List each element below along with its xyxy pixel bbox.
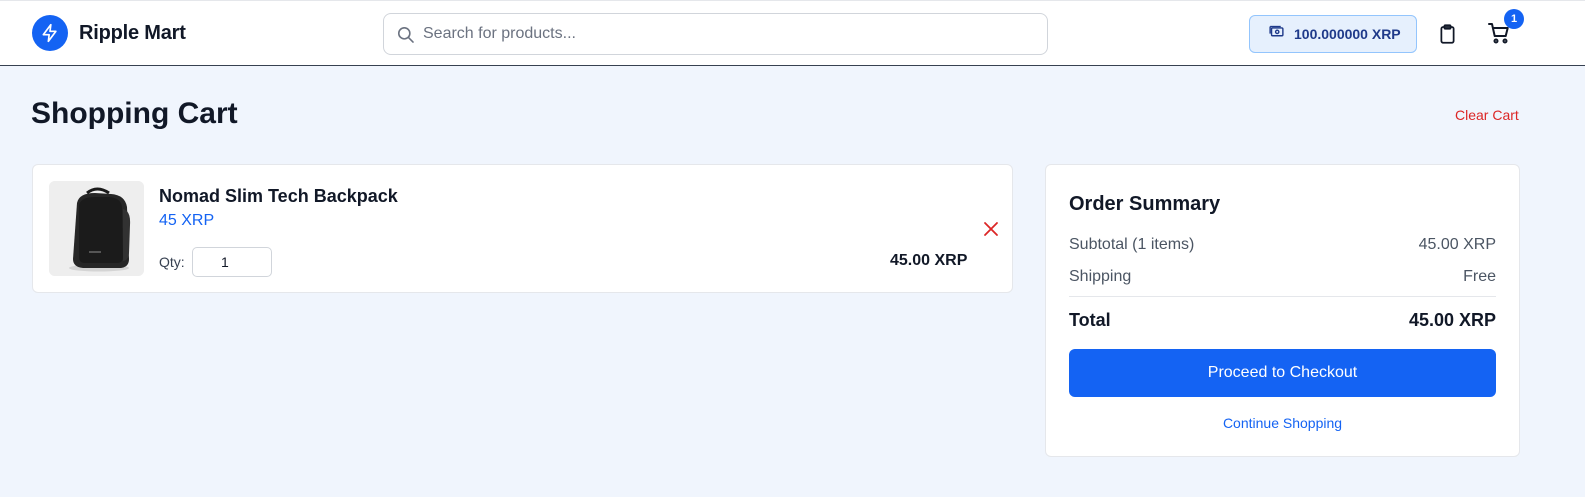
- wallet-balance-button[interactable]: 100.000000 XRP: [1249, 15, 1417, 53]
- order-summary-title: Order Summary: [1069, 193, 1221, 215]
- total-row: Total 45.00 XRP: [1069, 310, 1496, 331]
- summary-divider: [1069, 296, 1496, 297]
- lightning-bolt-icon[interactable]: [32, 15, 68, 51]
- wallet-balance-value: 100.000000 XRP: [1294, 26, 1401, 42]
- quantity-label: Qty:: [159, 254, 185, 270]
- search-bar[interactable]: [383, 13, 1048, 55]
- search-input[interactable]: [423, 14, 1033, 54]
- clipboard-icon[interactable]: [1437, 23, 1458, 50]
- order-summary: Order Summary Subtotal (1 items) 45.00 X…: [1045, 164, 1520, 457]
- top-header: Ripple Mart 100.000000 XRP 1: [0, 0, 1585, 66]
- subtotal-row: Subtotal (1 items) 45.00 XRP: [1069, 236, 1496, 254]
- shipping-label: Shipping: [1069, 268, 1132, 285]
- product-unit-price: 45 XRP: [159, 212, 215, 229]
- proceed-to-checkout-button[interactable]: Proceed to Checkout: [1069, 349, 1496, 397]
- wallet-cash-icon: [1268, 23, 1285, 45]
- clear-cart-button[interactable]: Clear Cart: [1455, 107, 1519, 123]
- cart-item: Nomad Slim Tech Backpack 45 XRP Qty: 45.…: [32, 164, 1013, 293]
- total-label: Total: [1069, 310, 1111, 330]
- subtotal-label: Subtotal (1 items): [1069, 236, 1195, 253]
- product-name[interactable]: Nomad Slim Tech Backpack: [159, 186, 398, 207]
- shipping-row: Shipping Free: [1069, 268, 1496, 286]
- product-image: [49, 181, 144, 276]
- quantity-input[interactable]: [192, 247, 272, 277]
- total-value: 45.00 XRP: [1408, 310, 1496, 330]
- line-total: 45.00 XRP: [890, 252, 968, 269]
- subtotal-value: 45.00 XRP: [1418, 236, 1496, 253]
- page-title: Shopping Cart: [31, 97, 238, 130]
- cart-count-badge: 1: [1504, 9, 1524, 29]
- brand-name[interactable]: Ripple Mart: [79, 22, 186, 45]
- shipping-value: Free: [1463, 268, 1496, 285]
- search-icon: [396, 25, 415, 49]
- continue-shopping-link[interactable]: Continue Shopping: [1069, 415, 1496, 431]
- close-icon[interactable]: [982, 220, 1000, 238]
